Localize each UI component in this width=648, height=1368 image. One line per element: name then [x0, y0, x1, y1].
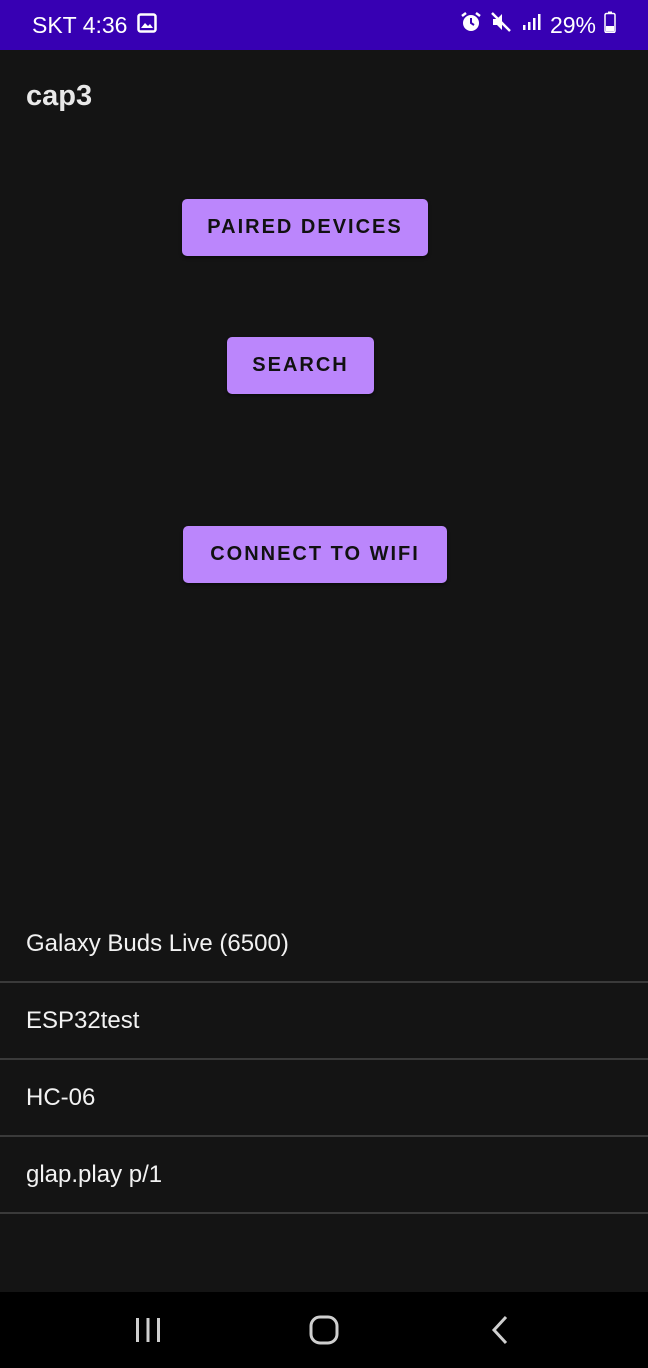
carrier-time: SKT 4:36 — [32, 11, 128, 38]
device-item[interactable]: ESP32test — [0, 983, 648, 1060]
paired-devices-button[interactable]: PAIRED DEVICES — [182, 199, 428, 256]
alarm-icon — [460, 11, 482, 39]
search-button[interactable]: SEARCH — [227, 337, 374, 394]
status-right: 29% — [460, 11, 616, 39]
device-item[interactable]: glap.play p/1 — [0, 1137, 648, 1214]
device-item[interactable]: HC-06 — [0, 1060, 648, 1137]
mute-icon — [490, 11, 512, 39]
recent-apps-icon[interactable] — [108, 1292, 188, 1368]
battery-icon — [604, 11, 616, 39]
app-screen: cap3 PAIRED DEVICES SEARCH CONNECT TO WI… — [0, 50, 648, 1292]
device-name: HC-06 — [26, 1083, 96, 1111]
home-icon[interactable] — [284, 1292, 364, 1368]
gallery-icon — [137, 12, 158, 39]
back-icon[interactable] — [460, 1292, 540, 1368]
device-name: Galaxy Buds Live (6500) — [26, 929, 289, 957]
navigation-bar — [0, 1292, 648, 1368]
status-bar: SKT 4:36 29% — [0, 0, 648, 50]
device-name: ESP32test — [26, 1006, 140, 1034]
status-left: SKT 4:36 — [32, 11, 158, 39]
device-item[interactable]: Galaxy Buds Live (6500) — [0, 906, 648, 983]
device-list: Galaxy Buds Live (6500) ESP32test HC-06 … — [0, 906, 648, 1214]
app-title: cap3 — [26, 80, 93, 112]
connect-to-wifi-button[interactable]: CONNECT TO WIFI — [183, 526, 447, 583]
battery-percent: 29% — [549, 11, 596, 38]
device-name: glap.play p/1 — [26, 1160, 163, 1188]
signal-icon — [520, 11, 542, 39]
